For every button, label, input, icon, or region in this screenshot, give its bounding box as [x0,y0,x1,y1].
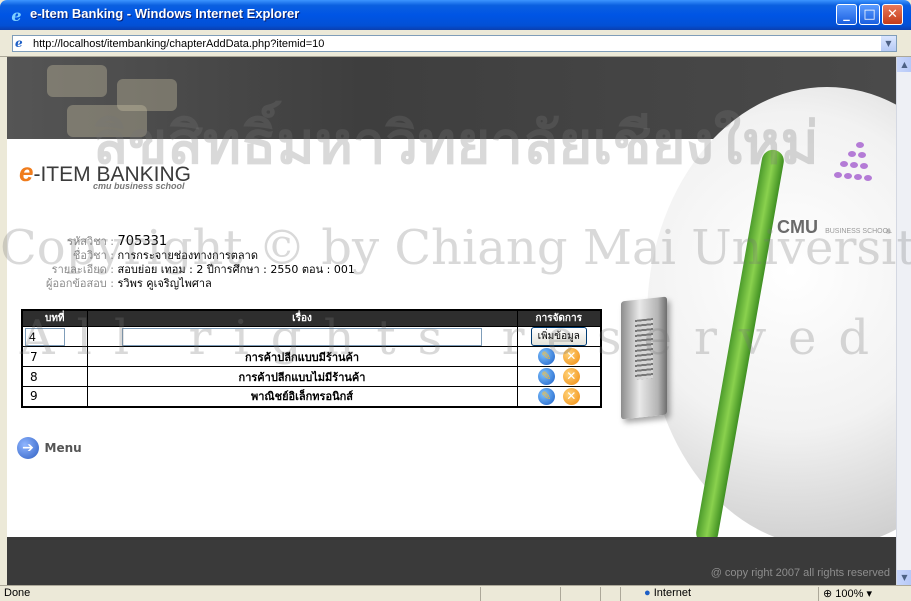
edit-icon[interactable]: ✎ [537,368,555,385]
table-header-row: บทที่ เรื่อง การจัดการ [21,309,602,327]
address-url: http://localhost/itembanking/chapterAddD… [33,38,325,50]
page-footer: @ copy right 2007 all rights reserved [7,537,896,585]
ie-icon: e [11,6,22,25]
examiner-row: ผู้ออกข้อสอบ : รวิพร คูเจริญไพศาล [21,277,355,291]
eitem-banking-logo: e-ITEM BANKING cmu business school [19,157,191,191]
ie-page-icon: e [15,36,23,50]
zoom-icon: ⊕ [823,588,833,600]
close-button[interactable]: ✕ [882,4,903,25]
header-subject: เรื่อง [86,309,518,327]
course-code-row: รหัสวิชา : 705331 [21,235,355,249]
delete-icon[interactable]: ✕ [562,387,580,405]
logo-e: e [19,157,34,187]
menu-label[interactable]: Menu [45,441,82,455]
chapter-number-input[interactable] [25,327,65,346]
zoom-level[interactable]: 100% [835,588,863,600]
new-chapter-row: เพิ่มข้อมูล [21,326,602,347]
zoom-control[interactable]: ⊕ 100% ▾ [823,587,872,600]
cmu-logo-sub: BUSINESS SCHOOL [825,228,892,235]
chapter-title: การค้าปลีกแบบไม่มีร้านค้า [86,366,518,387]
add-data-button[interactable]: เพิ่มข้อมูล [530,327,587,346]
globe-icon: ● [644,587,651,599]
server-image [621,296,667,420]
chapter-cell [21,326,88,347]
detail-row: รายละเอียด : สอบย่อย เทอม : 2 ปีการศึกษา… [21,263,355,277]
edit-icon[interactable]: ✎ [537,387,555,405]
action-cell: ✎ ✕ [516,386,602,407]
examiner-value: รวิพร คูเจริญไพศาล [117,277,212,290]
table-row: 8 การค้าปลีกแบบไม่มีร้านค้า ✎ ✕ [21,366,602,387]
chapter-number: 8 [21,366,88,387]
cmu-logo-text: CMU [777,217,818,237]
logo-subtitle: cmu business school [93,181,185,191]
action-cell: ✎ ✕ [516,346,602,367]
scroll-down-icon[interactable]: ▼ [897,570,911,585]
delete-icon[interactable]: ✕ [562,368,580,385]
title-cell [86,326,518,347]
chevron-down-icon[interactable]: ▾ [866,588,872,600]
course-name-label: ชื่อวิชา : [72,249,114,262]
window-title: e-Item Banking - Windows Internet Explor… [30,6,300,21]
menu-arrow-icon[interactable]: ➔ [17,437,39,459]
chapter-number: 7 [21,346,88,367]
header-chapter: บทที่ [21,309,88,327]
course-name-value: การกระจายช่องทางการตลาด [117,249,258,262]
status-text: Done [4,587,31,599]
chevron-down-icon[interactable]: ▼ [881,36,896,51]
action-cell: เพิ่มข้อมูล [516,326,602,347]
status-bar: Done ● Internet ⊕ 100% ▾ [0,585,911,601]
table-row: 7 การค้าปลีกแบบมีร้านค้า ✎ ✕ [21,346,602,367]
chapter-number: 9 [21,386,88,407]
course-code-label: รหัสวิชา : [67,235,114,248]
chapter-title-input[interactable] [122,327,482,346]
examiner-label: ผู้ออกข้อสอบ : [46,277,114,290]
window-left-edge [0,57,7,585]
cmu-logo: CMU BUSINESS SCHOOL [777,217,892,238]
detail-value: สอบย่อย เทอม : 2 ปีการศึกษา : 2550 ตอน :… [117,263,355,276]
address-input[interactable]: e http://localhost/itembanking/chapterAd… [12,35,897,52]
security-zone: ● Internet [644,587,691,599]
detail-label: รายละเอียด : [51,263,114,276]
chapter-table: บทที่ เรื่อง การจัดการ เพิ่มข้อมูล 7 การ… [21,309,602,408]
keyboard-key-image [47,65,107,97]
zone-label: Internet [653,587,692,599]
delete-icon[interactable]: ✕ [562,348,580,365]
edit-icon[interactable]: ✎ [537,348,555,365]
course-name-row: ชื่อวิชา : การกระจายช่องทางการตลาด [21,249,355,263]
vertical-scrollbar[interactable]: ▲ ▼ [896,57,911,585]
course-info: รหัสวิชา : 705331 ชื่อวิชา : การกระจายช่… [21,235,355,291]
action-cell: ✎ ✕ [516,366,602,387]
title-bar: e e-Item Banking - Windows Internet Expl… [0,0,911,30]
chapter-title: พาณิชย์อิเล็กทรอนิกส์ [86,386,518,407]
scroll-up-icon[interactable]: ▲ [897,57,911,72]
copyright-text: @ copy right 2007 all rights reserved [710,567,890,579]
maximize-button[interactable]: □ [859,4,880,25]
chapter-title: การค้าปลีกแบบมีร้านค้า [86,346,518,367]
minimize-button[interactable]: _ [836,4,857,25]
address-bar: e http://localhost/itembanking/chapterAd… [0,30,911,57]
keyboard-key-image [67,105,147,137]
header-action: การจัดการ [516,309,602,327]
menu-link[interactable]: ➔ Menu [17,437,82,459]
table-row: 9 พาณิชย์อิเล็กทรอนิกส์ ✎ ✕ [21,386,602,407]
course-code-value: 705331 [117,234,168,249]
cmu-dots-logo [832,142,872,192]
page-viewport: CMU BUSINESS SCHOOL e-ITEM BANKING cmu b… [7,57,896,585]
